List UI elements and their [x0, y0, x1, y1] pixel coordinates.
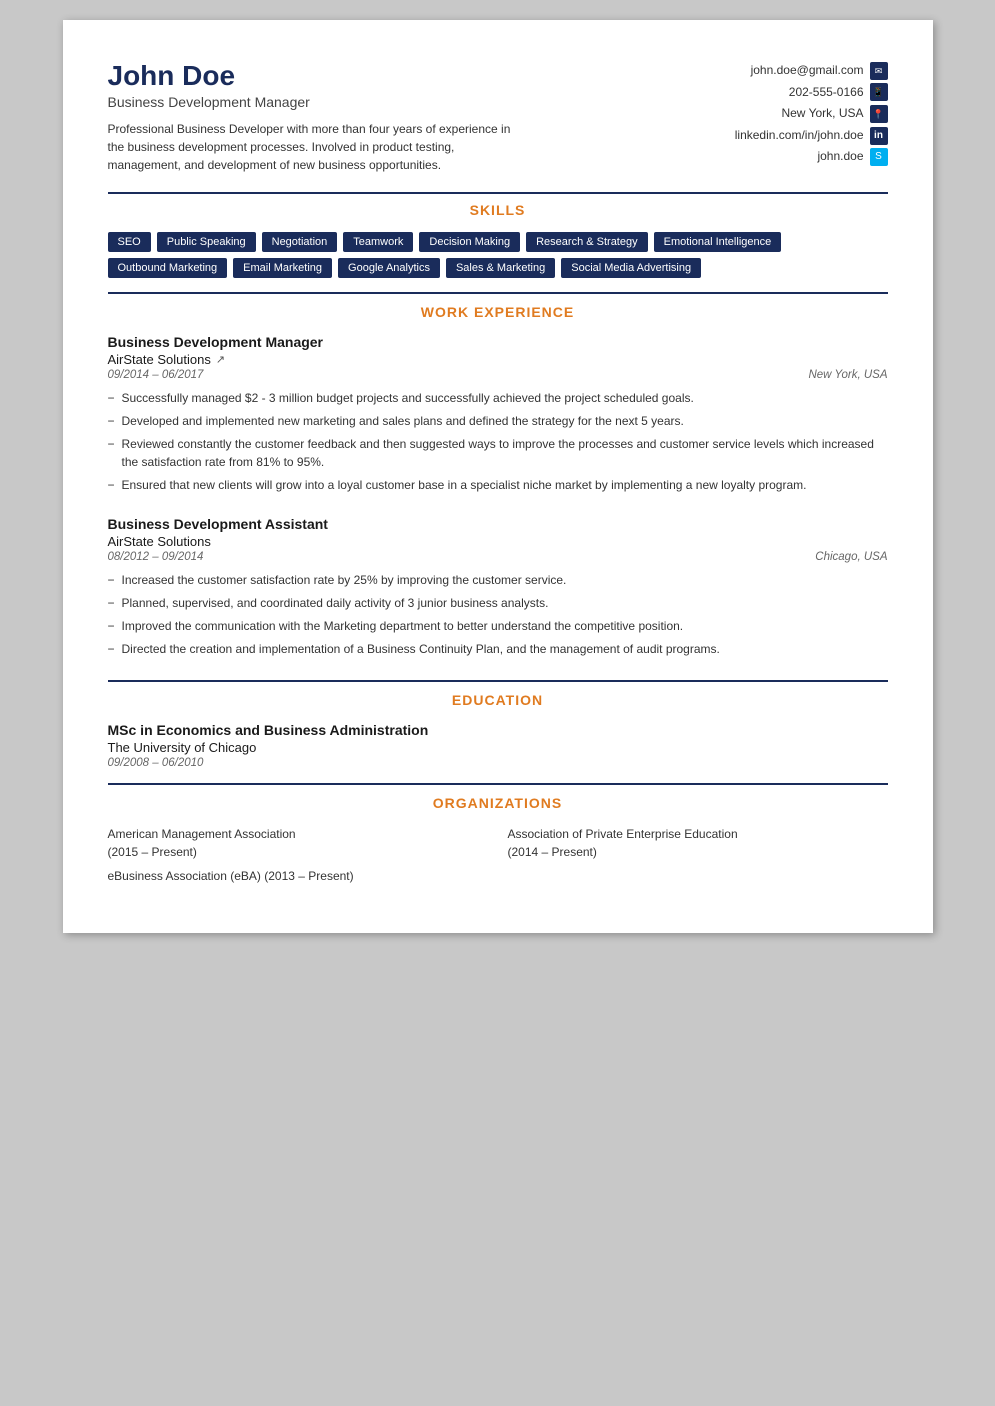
job-bullet: Developed and implemented new marketing … — [108, 412, 888, 430]
skills-title: SKILLS — [108, 202, 888, 218]
skill-tag: Decision Making — [419, 232, 520, 252]
external-link-icon: ↗ — [216, 353, 225, 366]
skype-icon: S — [870, 148, 888, 166]
edu-degree: MSc in Economics and Business Administra… — [108, 722, 888, 738]
job-bullet: Planned, supervised, and coordinated dai… — [108, 594, 888, 612]
work-title: WORK EXPERIENCE — [108, 304, 888, 320]
job-company: AirState Solutions — [108, 534, 888, 549]
orgs-title: ORGANIZATIONS — [108, 795, 888, 811]
skills-divider-top — [108, 192, 888, 194]
location-icon: 📍 — [870, 105, 888, 123]
phone-text: 202-555-0166 — [789, 82, 864, 104]
org-item: Association of Private Enterprise Educat… — [508, 825, 888, 861]
edu-dates: 09/2008 – 06/2010 — [108, 757, 888, 769]
jobs-container: Business Development Manager AirState So… — [108, 334, 888, 658]
skill-tag: Emotional Intelligence — [654, 232, 782, 252]
location-row: New York, USA 📍 — [668, 103, 888, 125]
edu-divider-bottom — [108, 783, 888, 785]
skill-tag: Google Analytics — [338, 258, 440, 278]
job-title: Business Development Manager — [108, 334, 888, 350]
orgs-container: American Management Association(2015 – P… — [108, 825, 888, 883]
skills-divider-bottom — [108, 292, 888, 294]
work-experience-section: WORK EXPERIENCE Business Development Man… — [108, 304, 888, 682]
job-bullet: Successfully managed $2 - 3 million budg… — [108, 389, 888, 407]
edu-school: The University of Chicago — [108, 740, 888, 755]
email-text: john.doe@gmail.com — [751, 60, 864, 82]
skill-tag: Outbound Marketing — [108, 258, 228, 278]
job-dates: 08/2012 – 09/2014 — [108, 551, 204, 563]
skype-text: john.doe — [817, 146, 863, 168]
skill-tag: Teamwork — [343, 232, 413, 252]
job-location: Chicago, USA — [815, 551, 887, 563]
linkedin-text: linkedin.com/in/john.doe — [735, 125, 864, 147]
job-bullet: Ensured that new clients will grow into … — [108, 476, 888, 494]
linkedin-icon: in — [870, 127, 888, 145]
job-meta: 09/2014 – 06/2017 New York, USA — [108, 369, 888, 381]
job-bullet: Increased the customer satisfaction rate… — [108, 571, 888, 589]
email-icon: ✉ — [870, 62, 888, 80]
header-right: john.doe@gmail.com ✉ 202-555-0166 📱 New … — [668, 60, 888, 168]
job-bullet: Improved the communication with the Mark… — [108, 617, 888, 635]
email-row: john.doe@gmail.com ✉ — [668, 60, 888, 82]
skill-tag: Sales & Marketing — [446, 258, 555, 278]
job-entry: Business Development Manager AirState So… — [108, 334, 888, 494]
phone-row: 202-555-0166 📱 — [668, 82, 888, 104]
skill-tag: SEO — [108, 232, 151, 252]
job-bullet: Directed the creation and implementation… — [108, 640, 888, 658]
job-dates: 09/2014 – 06/2017 — [108, 369, 204, 381]
job-bullets-list: Increased the customer satisfaction rate… — [108, 571, 888, 658]
job-company: AirState Solutions ↗ — [108, 352, 888, 367]
organizations-section: ORGANIZATIONS American Management Associ… — [108, 795, 888, 883]
skills-section: SKILLS SEO Public Speaking NegotiationTeam… — [108, 192, 888, 294]
resume-container: John Doe Business Development Manager Pr… — [63, 20, 933, 933]
location-text: New York, USA — [781, 103, 863, 125]
skill-tag: Public Speaking — [157, 232, 256, 252]
applicant-title: Business Development Manager — [108, 94, 668, 110]
orgs-grid: American Management Association(2015 – P… — [108, 825, 888, 861]
skill-tag: Negotiation — [262, 232, 338, 252]
job-entry: Business Development Assistant AirState … — [108, 516, 888, 658]
job-bullet: Reviewed constantly the customer feedbac… — [108, 435, 888, 471]
header-left: John Doe Business Development Manager Pr… — [108, 60, 668, 174]
job-meta: 08/2012 – 09/2014 Chicago, USA — [108, 551, 888, 563]
skype-row: john.doe S — [668, 146, 888, 168]
education-entry: MSc in Economics and Business Administra… — [108, 722, 888, 769]
work-divider-bottom — [108, 680, 888, 682]
job-location: New York, USA — [808, 369, 887, 381]
applicant-name: John Doe — [108, 60, 668, 92]
org-item: American Management Association(2015 – P… — [108, 825, 488, 861]
applicant-summary: Professional Business Developer with mor… — [108, 120, 528, 174]
phone-icon: 📱 — [870, 83, 888, 101]
education-section: EDUCATION MSc in Economics and Business … — [108, 692, 888, 785]
org-single-item: eBusiness Association (eBA) (2013 – Pres… — [108, 869, 888, 883]
linkedin-row: linkedin.com/in/john.doe in — [668, 125, 888, 147]
header-section: John Doe Business Development Manager Pr… — [108, 60, 888, 174]
skill-tag: Social Media Advertising — [561, 258, 701, 278]
job-title: Business Development Assistant — [108, 516, 888, 532]
skill-tag: Research & Strategy — [526, 232, 648, 252]
skills-tags-container: SEO Public Speaking NegotiationTeamwork Dec… — [108, 232, 888, 278]
skill-tag: Email Marketing — [233, 258, 332, 278]
edu-container: MSc in Economics and Business Administra… — [108, 722, 888, 769]
education-title: EDUCATION — [108, 692, 888, 708]
job-bullets-list: Successfully managed $2 - 3 million budg… — [108, 389, 888, 494]
